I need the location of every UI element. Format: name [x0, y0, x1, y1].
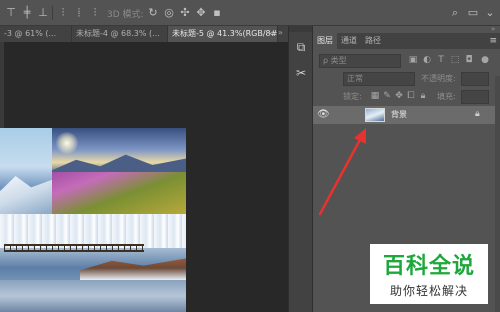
tab-layers[interactable]: 图层: [313, 33, 337, 49]
bridge-lake-photo: [0, 214, 186, 312]
chevron-down-icon[interactable]: ⌄: [483, 6, 497, 20]
tab-document-5[interactable]: 未标题-5 @ 41.3%(RGB/8#) * ×: [168, 26, 278, 42]
watermark-subtitle: 助你轻松解决: [389, 284, 468, 298]
strip-handle[interactable]: [289, 26, 313, 32]
lock-row: 锁定: ▦ ✎ ✥ ⧠ 🔒︎ 填充:: [313, 88, 500, 106]
blend-mode-select[interactable]: 正常: [343, 72, 415, 86]
lock-paint-icon[interactable]: ✎: [381, 90, 393, 102]
divider: [52, 6, 53, 20]
distribute-center-icon[interactable]: ⦙: [72, 6, 86, 20]
collapse-icon[interactable]: »: [491, 25, 495, 33]
watermark-title: 百科全说: [382, 254, 475, 279]
3d-pan-icon[interactable]: ✣: [178, 6, 192, 20]
layer-row-background[interactable]: 👁︎ 背景 🔒︎: [313, 106, 495, 124]
3d-roll-icon[interactable]: ◎: [162, 6, 176, 20]
filter-row: ρ 类型 ▣ ◐ T ⬚ ◘ ●: [313, 52, 500, 70]
layer-comps-icon[interactable]: ⧉: [294, 40, 308, 54]
tab-paths[interactable]: 路径: [361, 33, 385, 49]
align-bottom-icon[interactable]: ⊥: [36, 6, 50, 20]
close-icon[interactable]: ×: [267, 26, 274, 42]
layer-thumbnail: [365, 108, 385, 122]
3d-scale-icon[interactable]: ▪: [210, 6, 224, 20]
fill-field[interactable]: [461, 90, 489, 104]
distribute-left-icon[interactable]: ⫶: [56, 6, 70, 20]
panel-menu-icon[interactable]: ≡: [489, 36, 497, 46]
filter-kind-select[interactable]: ρ 类型: [319, 54, 401, 68]
lock-all-icon[interactable]: 🔒︎: [417, 90, 429, 102]
adjust-filter-icon[interactable]: ◐: [421, 54, 433, 66]
lock-transparent-icon[interactable]: ▦: [369, 90, 381, 102]
document-tab-bar: -3 @ 61% (... 未标题-4 @ 68.3% (... 未标题-5 @…: [0, 26, 288, 42]
flower-field-photo: [52, 128, 186, 214]
3d-mode-label: 3D 模式:: [107, 10, 144, 20]
tools-icon[interactable]: ✂: [294, 66, 308, 80]
panel-icon-strip: ⧉ ✂: [288, 26, 313, 312]
lock-artboard-icon[interactable]: ⧠: [405, 90, 417, 102]
eye-icon[interactable]: 👁︎: [317, 109, 330, 121]
layer-name: 背景: [391, 110, 407, 119]
document-image[interactable]: [0, 128, 186, 312]
lock-label: 锁定:: [343, 92, 362, 101]
align-top-icon[interactable]: ⊤: [4, 6, 18, 20]
3d-slide-icon[interactable]: ✥: [194, 6, 208, 20]
tab-label: 未标题-5 @ 41.3%(RGB/8#) *: [172, 29, 278, 38]
workspace-icon[interactable]: ▭: [466, 6, 480, 20]
tab-document-4[interactable]: 未标题-4 @ 68.3% (...: [72, 26, 168, 42]
filter-toggle-icon[interactable]: ●: [479, 54, 491, 66]
shape-filter-icon[interactable]: ⬚: [449, 54, 461, 66]
tab-label: 未标题-4 @ 68.3% (...: [76, 29, 160, 38]
lock-move-icon[interactable]: ✥: [393, 90, 405, 102]
tab-channels[interactable]: 通道: [337, 33, 361, 49]
3d-orbit-icon[interactable]: ↻: [146, 6, 160, 20]
smart-filter-icon[interactable]: ◘: [463, 54, 475, 66]
opacity-field[interactable]: [461, 72, 489, 86]
search-icon[interactable]: ⌕: [448, 6, 462, 20]
panel-tab-bar: 图层 通道 路径 ≡: [313, 33, 500, 49]
watermark-badge: 百科全说 助你轻松解决: [370, 244, 488, 304]
image-filter-icon[interactable]: ▣: [407, 54, 419, 66]
blend-row: 正常 不透明度:: [313, 70, 500, 88]
text-filter-icon[interactable]: T: [435, 54, 447, 66]
opacity-label: 不透明度:: [421, 74, 456, 83]
tabs-overflow-icon[interactable]: »: [278, 28, 283, 37]
align-middle-icon[interactable]: ╪: [20, 6, 34, 20]
distribute-right-icon[interactable]: ⫶: [88, 6, 102, 20]
snow-photo: [0, 128, 52, 214]
tab-document-3[interactable]: -3 @ 61% (...: [0, 26, 72, 42]
lock-icon: 🔒︎: [475, 109, 480, 119]
fill-label: 填充:: [437, 92, 456, 101]
tab-label: -3 @ 61% (...: [4, 29, 57, 38]
panel-scrollbar[interactable]: [495, 76, 500, 312]
options-bar: ⊤ ╪ ⊥ ⫶ ⦙ ⫶ 3D 模式: ↻ ◎ ✣ ✥ ▪ ⌕ ▭ ⌄: [0, 0, 500, 26]
